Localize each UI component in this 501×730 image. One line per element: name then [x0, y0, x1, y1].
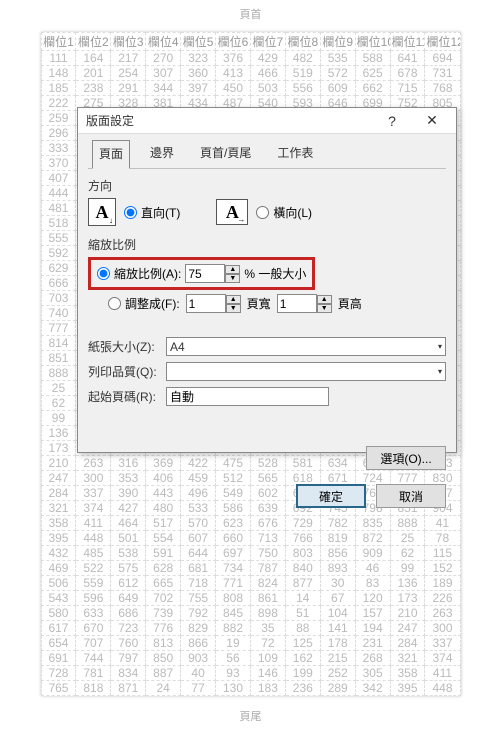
page-footer-label: 頁尾: [240, 702, 262, 730]
scale-radio[interactable]: 縮放比例(A):: [97, 265, 181, 282]
page-header-label: 頁首: [240, 0, 262, 28]
ok-button[interactable]: 確定: [296, 484, 366, 508]
first-page-label: 起始頁碼(R):: [88, 388, 160, 405]
fit-tall-label: 頁高: [338, 295, 362, 312]
tab-margins[interactable]: 邊界: [144, 140, 180, 168]
fit-tall-down-button[interactable]: ▼: [317, 304, 332, 313]
options-button[interactable]: 選項(O)...: [366, 446, 446, 470]
landscape-label: 橫向(L): [273, 204, 312, 221]
fit-wide-spinbox[interactable]: ▲ ▼: [186, 294, 241, 313]
fit-tall-spinbox[interactable]: ▲ ▼: [277, 294, 332, 313]
tab-sheet[interactable]: 工作表: [271, 140, 319, 168]
scale-label: 縮放比例(A):: [114, 265, 181, 282]
scaling-highlight: 縮放比例(A): ▲ ▼ % 一般大小: [88, 257, 315, 290]
scale-down-button[interactable]: ▼: [225, 274, 240, 283]
help-button[interactable]: ?: [372, 108, 412, 133]
fit-wide-up-button[interactable]: ▲: [226, 295, 241, 304]
scale-suffix: % 一般大小: [244, 265, 306, 282]
close-button[interactable]: ✕: [412, 108, 452, 133]
dialog-title: 版面設定: [86, 112, 372, 129]
fit-radio[interactable]: 調整成(F):: [108, 295, 180, 312]
fit-tall-up-button[interactable]: ▲: [317, 295, 332, 304]
paper-size-value: A4: [170, 340, 185, 354]
scaling-title: 縮放比例: [88, 236, 446, 253]
portrait-radio-input[interactable]: [124, 206, 137, 219]
page-setup-dialog: 版面設定 ? ✕ 頁面 邊界 頁首/頁尾 工作表 方向 A↓ 直向(T) A→ …: [77, 107, 457, 453]
fit-radio-input[interactable]: [108, 297, 121, 310]
paper-size-select[interactable]: A4 ▾: [166, 337, 446, 356]
landscape-radio[interactable]: 橫向(L): [256, 204, 312, 221]
scale-radio-input[interactable]: [97, 267, 110, 280]
tab-page[interactable]: 頁面: [92, 140, 130, 169]
portrait-radio[interactable]: 直向(T): [124, 204, 180, 221]
chevron-down-icon: ▾: [438, 342, 442, 351]
scale-up-button[interactable]: ▲: [225, 265, 240, 274]
print-quality-label: 列印品質(Q):: [88, 363, 160, 380]
paper-size-label: 紙張大小(Z):: [88, 338, 160, 355]
print-quality-select[interactable]: ▾: [166, 362, 446, 381]
fit-tall-input[interactable]: [277, 294, 317, 313]
landscape-icon: A→: [216, 199, 248, 225]
cancel-button[interactable]: 取消: [376, 484, 446, 508]
scale-spinbox[interactable]: ▲ ▼: [185, 264, 240, 283]
fit-label: 調整成(F):: [125, 295, 180, 312]
tab-header-footer[interactable]: 頁首/頁尾: [194, 140, 257, 168]
fit-wide-input[interactable]: [186, 294, 226, 313]
landscape-radio-input[interactable]: [256, 206, 269, 219]
portrait-icon: A↓: [88, 198, 116, 226]
portrait-label: 直向(T): [141, 204, 180, 221]
first-page-input[interactable]: [166, 387, 329, 406]
scale-input[interactable]: [185, 264, 225, 283]
fit-wide-down-button[interactable]: ▼: [226, 304, 241, 313]
orientation-title: 方向: [88, 177, 446, 194]
chevron-down-icon: ▾: [438, 367, 442, 376]
tabs: 頁面 邊界 頁首/頁尾 工作表: [88, 138, 446, 169]
fit-wide-label: 頁寬: [247, 295, 271, 312]
titlebar: 版面設定 ? ✕: [78, 108, 456, 134]
